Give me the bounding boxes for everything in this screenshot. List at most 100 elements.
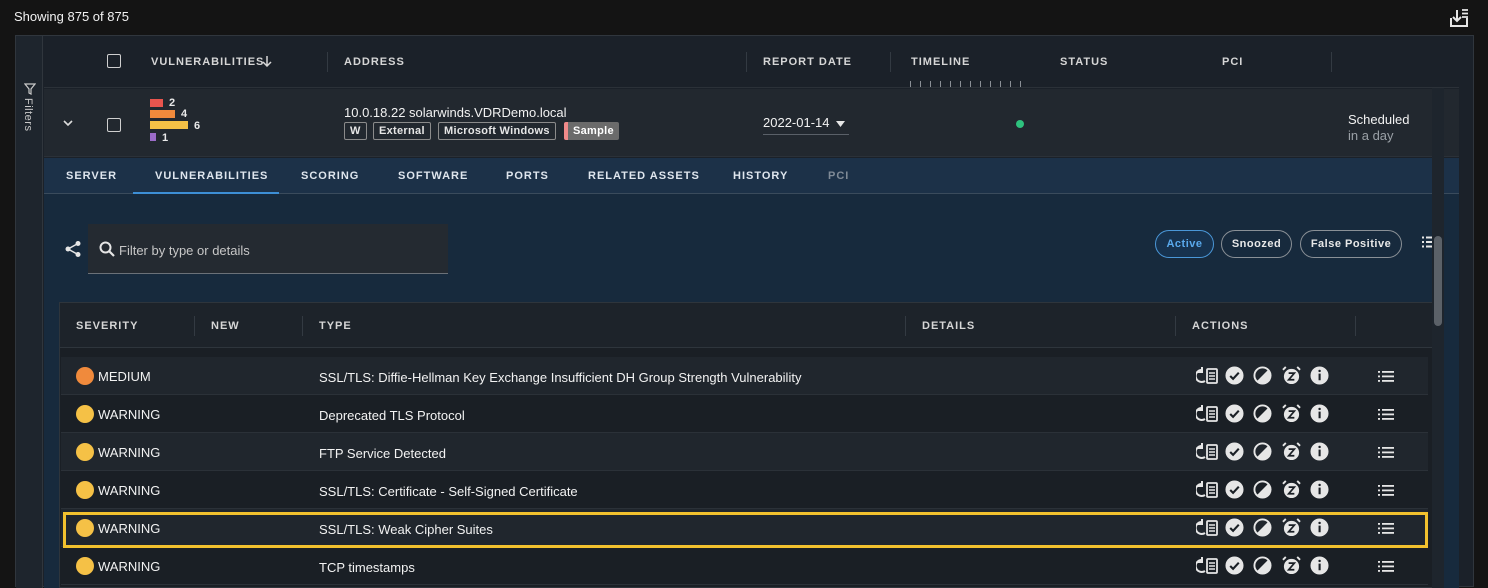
filter-chip-false-positive[interactable]: False Positive xyxy=(1300,230,1402,258)
search-icon xyxy=(99,241,115,257)
false-positive-icon[interactable] xyxy=(1253,404,1272,423)
remediate-icon[interactable] xyxy=(1196,518,1218,538)
vulnerability-row[interactable]: WARNING SSL/TLS: Weak Cipher Suites xyxy=(61,509,1428,547)
col-pci[interactable]: PCI xyxy=(1222,56,1243,68)
tag-sample[interactable]: Sample xyxy=(564,122,619,140)
info-icon[interactable] xyxy=(1310,404,1329,423)
col-divider xyxy=(302,316,303,336)
snooze-icon[interactable] xyxy=(1282,366,1301,385)
row-menu-icon[interactable] xyxy=(1378,371,1394,382)
tab-related-assets[interactable]: RELATED ASSETS xyxy=(588,170,700,182)
col-address[interactable]: ADDRESS xyxy=(344,56,405,68)
severity-dot xyxy=(76,519,94,537)
tab-pci[interactable]: PCI xyxy=(828,170,849,182)
col-actions[interactable]: ACTIONS xyxy=(1192,320,1249,332)
false-positive-icon[interactable] xyxy=(1253,480,1272,499)
remediate-icon[interactable] xyxy=(1196,480,1218,500)
remediate-icon[interactable] xyxy=(1196,404,1218,424)
info-icon[interactable] xyxy=(1310,480,1329,499)
filter-chip-snoozed[interactable]: Snoozed xyxy=(1221,230,1292,258)
row-menu-icon[interactable] xyxy=(1378,523,1394,534)
asset-address[interactable]: 10.0.18.22 solarwinds.VDRDemo.local xyxy=(344,105,567,120)
export-icon[interactable] xyxy=(1447,6,1471,30)
assets-table-header: VULNERABILITIES ADDRESS REPORT DATE TIME… xyxy=(44,36,1459,88)
report-date-select[interactable]: 2022-01-14 xyxy=(763,115,830,130)
vulnerability-type[interactable]: FTP Service Detected xyxy=(319,446,446,461)
filters-rail[interactable]: Filters xyxy=(16,36,43,588)
col-type[interactable]: TYPE xyxy=(319,320,352,332)
severity-label: WARNING xyxy=(98,445,161,460)
col-severity[interactable]: SEVERITY xyxy=(76,320,138,332)
tag-w[interactable]: W xyxy=(344,122,367,140)
col-report-date[interactable]: REPORT DATE xyxy=(763,56,852,68)
col-timeline[interactable]: TIMELINE xyxy=(911,56,970,68)
tag-microsoft-windows[interactable]: Microsoft Windows xyxy=(438,122,556,140)
vulnerability-type[interactable]: Deprecated TLS Protocol xyxy=(319,408,465,423)
info-icon[interactable] xyxy=(1310,442,1329,461)
row-menu-icon[interactable] xyxy=(1378,409,1394,420)
check-circle-icon[interactable] xyxy=(1225,366,1244,385)
row-actions xyxy=(1196,556,1329,576)
tag-external[interactable]: External xyxy=(373,122,431,140)
snooze-icon[interactable] xyxy=(1282,518,1301,537)
false-positive-icon[interactable] xyxy=(1253,366,1272,385)
false-positive-icon[interactable] xyxy=(1253,518,1272,537)
row-menu-icon[interactable] xyxy=(1378,561,1394,572)
select-all-checkbox[interactable] xyxy=(107,54,121,68)
tab-ports[interactable]: PORTS xyxy=(506,170,549,182)
page-scrollbar[interactable] xyxy=(1432,88,1444,588)
vulnerability-row[interactable]: WARNING SSL/TLS: Certificate - Self-Signe… xyxy=(61,471,1428,509)
caret-down-icon[interactable] xyxy=(836,121,845,127)
page-scrollbar-thumb[interactable] xyxy=(1434,236,1442,326)
severity-label: WARNING xyxy=(98,483,161,498)
tab-history[interactable]: HISTORY xyxy=(733,170,788,182)
snooze-icon[interactable] xyxy=(1282,404,1301,423)
filter-chip-active[interactable]: Active xyxy=(1155,230,1214,258)
info-icon[interactable] xyxy=(1310,366,1329,385)
row-menu-icon[interactable] xyxy=(1378,447,1394,458)
row-menu-icon[interactable] xyxy=(1378,485,1394,496)
info-icon[interactable] xyxy=(1310,518,1329,537)
remediate-icon[interactable] xyxy=(1196,366,1218,386)
asset-checkbox[interactable] xyxy=(107,118,121,132)
false-positive-icon[interactable] xyxy=(1253,442,1272,461)
col-divider xyxy=(1355,316,1356,336)
vulnerability-row[interactable]: WARNING FTP Service Detected xyxy=(61,433,1428,471)
chevron-down-icon[interactable] xyxy=(62,117,74,129)
check-circle-icon[interactable] xyxy=(1225,404,1244,423)
check-circle-icon[interactable] xyxy=(1225,480,1244,499)
tab-vulnerabilities[interactable]: VULNERABILITIES xyxy=(155,170,268,182)
col-vulnerabilities[interactable]: VULNERABILITIES xyxy=(151,56,264,68)
col-details[interactable]: DETAILS xyxy=(922,320,975,332)
remediate-icon[interactable] xyxy=(1196,442,1218,462)
vulnerability-type[interactable]: SSL/TLS: Certificate - Self-Signed Certi… xyxy=(319,484,578,499)
vulnerability-type[interactable]: SSL/TLS: Diffie-Hellman Key Exchange Ins… xyxy=(319,370,801,385)
check-circle-icon[interactable] xyxy=(1225,518,1244,537)
remediate-icon[interactable] xyxy=(1196,556,1218,576)
asset-row[interactable]: 2 4 6 1 10.0.18.22 solarwinds.VDRDemo.lo… xyxy=(44,89,1459,157)
filter-search[interactable]: Filter by type or details xyxy=(88,224,448,274)
info-icon[interactable] xyxy=(1310,556,1329,575)
col-status[interactable]: STATUS xyxy=(1060,56,1108,68)
sort-down-icon[interactable] xyxy=(262,55,272,67)
snooze-icon[interactable] xyxy=(1282,556,1301,575)
severity-dot xyxy=(76,405,94,423)
tab-software[interactable]: SOFTWARE xyxy=(398,170,468,182)
check-circle-icon[interactable] xyxy=(1225,556,1244,575)
check-circle-icon[interactable] xyxy=(1225,442,1244,461)
tab-scoring[interactable]: SCORING xyxy=(301,170,359,182)
tab-server[interactable]: SERVER xyxy=(66,170,117,182)
vulnerability-type[interactable]: SSL/TLS: Weak Cipher Suites xyxy=(319,522,493,537)
severity-bar-medium xyxy=(150,121,188,129)
vulnerability-type[interactable]: TCP timestamps xyxy=(319,560,415,575)
vulnerability-row[interactable]: MEDIUM SSL/TLS: Diffie-Hellman Key Exchan… xyxy=(61,357,1428,395)
snooze-icon[interactable] xyxy=(1282,480,1301,499)
vulnerability-row[interactable]: WARNING Deprecated TLS Protocol xyxy=(61,395,1428,433)
share-icon[interactable] xyxy=(64,240,82,258)
scan-status: Scheduled xyxy=(1348,112,1410,127)
col-new[interactable]: NEW xyxy=(211,320,240,332)
false-positive-icon[interactable] xyxy=(1253,556,1272,575)
snooze-icon[interactable] xyxy=(1282,442,1301,461)
search-input[interactable]: Filter by type or details xyxy=(119,243,250,258)
vulnerability-row[interactable]: WARNING TCP timestamps xyxy=(61,547,1428,585)
